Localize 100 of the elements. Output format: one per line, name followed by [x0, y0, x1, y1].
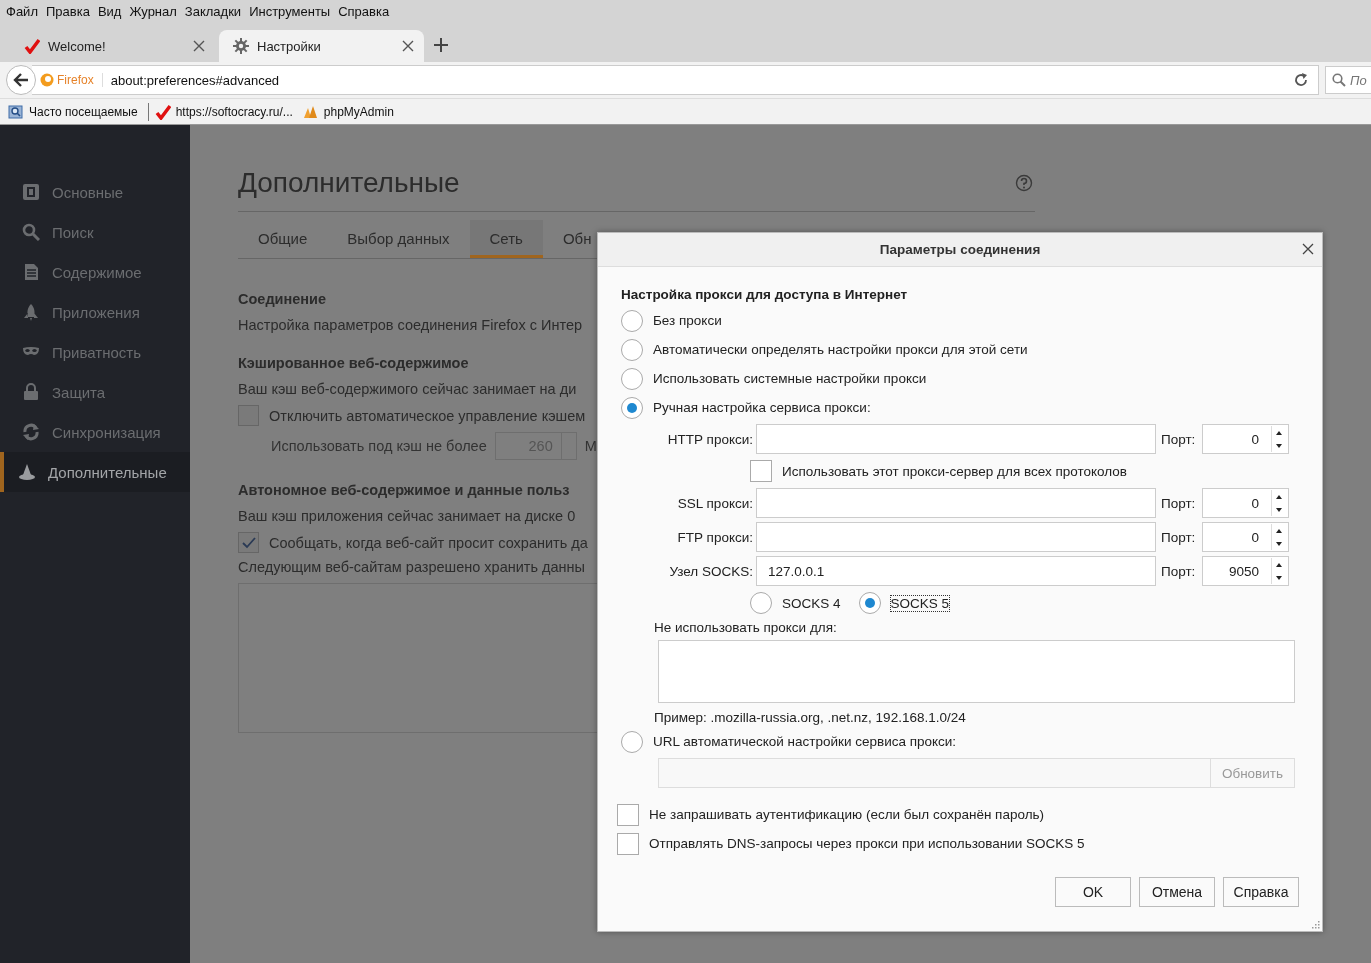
tab[interactable]: Выбор данных [327, 220, 470, 258]
arrow-icon [13, 72, 29, 88]
sync-icon [22, 423, 40, 441]
port-field[interactable]: 9050 [1202, 556, 1289, 586]
search-icon [22, 223, 40, 241]
sidebar-item[interactable]: Дополнительные [0, 452, 190, 492]
port-field[interactable]: 0 [1202, 522, 1289, 552]
field-label: Узел SOCKS: [668, 563, 753, 579]
no-proxy-field[interactable] [658, 640, 1295, 703]
rocket-icon [22, 303, 40, 321]
search-icon [1332, 73, 1346, 87]
spin-down-button[interactable] [1276, 507, 1282, 512]
host-field[interactable] [756, 424, 1156, 454]
radio-label: URL автоматической настройки сервиса прокси: [653, 734, 957, 749]
port-field[interactable]: 0 [1202, 488, 1289, 518]
back-button[interactable] [6, 65, 36, 95]
radio-button[interactable] [621, 309, 643, 332]
hint-text: Пример: .mozilla-russia.org, .net.nz, 192.168.1.0/24 [654, 710, 967, 725]
host-field[interactable] [756, 522, 1156, 552]
spin-up-button[interactable] [1276, 528, 1282, 533]
checkbox[interactable] [617, 803, 639, 826]
address-bar[interactable]: Firefox about:preferences#advanced [32, 65, 1319, 95]
dialog-button[interactable]: Отмена [1139, 877, 1215, 907]
description-text: Ваш кэш веб-содержимого сейчас занимает на ди [238, 381, 577, 397]
radio-button[interactable] [858, 592, 881, 614]
checkbox[interactable] [238, 405, 259, 426]
checkbox[interactable] [617, 832, 639, 855]
radio-button[interactable] [621, 396, 643, 419]
search-bar[interactable]: По [1325, 66, 1371, 94]
field-label: FTP прокси: [676, 529, 753, 545]
spin-down-button[interactable] [1276, 443, 1282, 448]
radio-button[interactable] [750, 592, 772, 614]
resize-grip-icon [1311, 920, 1320, 929]
host-field[interactable] [756, 488, 1156, 518]
radio-button[interactable] [621, 730, 643, 753]
close-icon[interactable] [193, 40, 205, 52]
radio-label: SOCKS 5 [890, 595, 950, 611]
description-text: Ваш кэш приложения сейчас занимает на диске 0 [238, 508, 576, 524]
description-text: Следующим веб-сайтам разрешено хранить данны [238, 559, 586, 575]
page-title: Дополнительные [238, 167, 460, 199]
document-icon [22, 263, 40, 281]
field-label: Порт: [1160, 529, 1197, 545]
lock-icon [22, 383, 40, 401]
field-label: Не использовать прокси для: [654, 620, 838, 635]
menu-item[interactable]: Справка [334, 3, 394, 19]
bookmark-item[interactable]: https://softocracy.ru/... [154, 103, 293, 120]
globe-icon [40, 73, 54, 87]
radio-label: Автоматически определять настройки прокси для этой сети [653, 342, 1028, 357]
section-heading: Кэшированное веб-содержимое [238, 355, 469, 371]
radio-label: Использовать системные настройки прокси [653, 371, 927, 386]
checkbox[interactable] [750, 460, 772, 482]
menu-item[interactable]: Файл [2, 3, 42, 19]
bookmark-item[interactable]: Часто посещаемые [8, 103, 138, 120]
spin-up-button[interactable] [1276, 430, 1282, 435]
checkbox[interactable] [238, 532, 259, 553]
menu-item[interactable]: Инструменты [245, 3, 335, 19]
checkbox-label: Сообщать, когда веб-сайт просит сохранить да [269, 534, 588, 551]
bookmark-item[interactable]: phpMyAdmin [302, 103, 394, 120]
field-label: Порт: [1160, 563, 1197, 579]
close-icon[interactable] [402, 40, 414, 52]
menu-item[interactable]: Вид [93, 3, 126, 19]
browser-tab[interactable]: Welcome! [10, 30, 215, 62]
dialog-title: Параметры соединения [879, 242, 1041, 257]
dialog-button[interactable]: OK [1055, 877, 1131, 907]
description-text: Настройка параметров соединения Firefox с Интер [238, 317, 582, 333]
menu-item[interactable]: Закладки [180, 3, 246, 19]
browser-tab[interactable]: Настройки [219, 30, 424, 62]
help-icon[interactable] [1015, 174, 1033, 192]
checkmark-icon [154, 103, 171, 120]
dialog-button[interactable]: Справка [1223, 877, 1299, 907]
reload-icon[interactable] [1294, 73, 1308, 87]
spin-down-button[interactable] [1276, 575, 1282, 580]
url-text: about:preferences#advanced [109, 72, 281, 88]
radio-label: SOCKS 4 [782, 595, 841, 611]
checkbox-label: Использовать этот прокси-сервер для всех протоколов [782, 463, 1127, 479]
spin-down-button[interactable] [1276, 541, 1282, 546]
plus-icon[interactable] [434, 38, 448, 52]
general-icon [22, 183, 40, 201]
menu-item[interactable]: Правка [41, 3, 94, 19]
host-field[interactable]: 127.0.0.1 [756, 556, 1156, 586]
section-heading: Автономное веб-содержимое и данные польз [238, 482, 570, 498]
tab[interactable]: Общие [238, 220, 328, 258]
spin-up-button[interactable] [1276, 562, 1282, 567]
folder-icon [8, 103, 24, 120]
wizard-hat-icon [18, 463, 36, 481]
group-heading: Настройка прокси для доступа в Интернет [621, 287, 909, 302]
radio-button[interactable] [621, 338, 643, 361]
section-heading: Соединение [238, 291, 327, 307]
spin-up-button[interactable] [1276, 494, 1282, 499]
menu-item[interactable]: Журнал [125, 3, 181, 19]
port-field[interactable]: 0 [1202, 424, 1289, 454]
field-label: Использовать под кэш не более [271, 438, 487, 454]
field-label: Порт: [1160, 495, 1197, 511]
radio-label: Без прокси [653, 313, 722, 328]
checkbox-label: Отправлять DNS-запросы через прокси при использовании SOCKS 5 [649, 836, 1085, 851]
radio-label: Ручная настройка сервиса прокси: [653, 400, 871, 415]
settings-icon [233, 38, 249, 54]
close-icon[interactable] [1302, 243, 1314, 255]
checkbox-label: Не запрашивать аутентификацию (если был сохранён пароль) [649, 807, 1045, 822]
radio-button[interactable] [621, 367, 643, 390]
